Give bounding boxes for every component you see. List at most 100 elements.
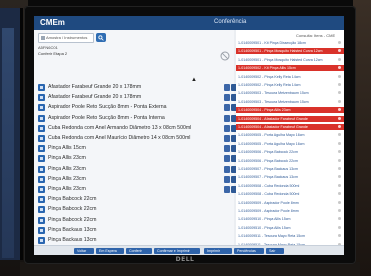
remove-icon[interactable]	[338, 66, 341, 70]
history-row[interactable]: 1-0140009508 - Cuba Redonda 500ml	[236, 191, 344, 197]
list-item[interactable]: Aspirador Poole Reto Sucção 8mm - Ponta …	[38, 104, 237, 112]
list-item[interactable]: Pinça Allis 23cm	[38, 186, 237, 194]
list-item[interactable]: Afastador Farabeuf Grande 20 x 178mm	[38, 94, 237, 102]
list-item[interactable]: Aspirador Poole Reto Sucção 8mm - Ponta …	[38, 114, 237, 123]
search-icon	[98, 35, 104, 41]
history-row[interactable]: 1-0140009507 - Pinça Backaus 13cm	[236, 166, 344, 172]
remove-icon[interactable]	[338, 57, 341, 61]
remove-icon[interactable]	[338, 234, 341, 238]
instrument-icon	[38, 135, 45, 142]
check-icon[interactable]	[224, 155, 230, 163]
action-button[interactable]: Imprimir	[204, 248, 232, 254]
list-item[interactable]: Pinça Allis 23cm	[38, 175, 237, 184]
history-row-text: 1-0140009503 - Tesoura Metzenbaum 15cm	[238, 99, 309, 104]
history-row[interactable]: 1-0140009501 - Pinça Mosquito Halsted Cu…	[236, 48, 344, 55]
history-row[interactable]: 1-0140009509 - Aspirador Poole 8mm	[236, 208, 344, 214]
instrument-icon	[38, 237, 45, 244]
history-row[interactable]: 1-0140009506 - Pinça Babcock 22cm	[236, 158, 344, 164]
remove-icon[interactable]	[338, 83, 341, 86]
action-button[interactable]: Sair	[266, 248, 284, 254]
list-item[interactable]: Pinça Allis 15cm	[38, 145, 237, 153]
remove-icon[interactable]	[338, 41, 341, 44]
remove-icon[interactable]	[338, 150, 341, 154]
checklist-panel: Amostra / Instrumentos A5FN6C01 Conferir…	[34, 30, 237, 255]
remove-icon[interactable]	[338, 200, 341, 204]
remove-icon[interactable]	[338, 217, 341, 221]
remove-icon[interactable]	[338, 209, 341, 212]
kit-select[interactable]: Amostra / Instrumentos	[38, 33, 94, 43]
history-row[interactable]: 1-0140009502 - Pinça Kelly Reta 14cm	[236, 82, 344, 88]
list-item[interactable]: Cuba Redonda com Anel Maurício Diâmetro …	[38, 135, 237, 143]
check-icon[interactable]	[224, 165, 230, 173]
history-row-text: 1-0140009505 - Porta Agulha Mayo 16cm	[238, 141, 305, 146]
history-row[interactable]: 1-0140009504 - Afastador Farabeuf Grande	[236, 124, 344, 130]
check-icon[interactable]	[224, 175, 230, 183]
check-icon[interactable]	[224, 135, 230, 142]
remove-icon[interactable]	[338, 116, 341, 120]
instrument-icon	[38, 186, 45, 193]
remove-icon[interactable]	[338, 192, 341, 196]
action-button[interactable]: Confirmar e Imprimir	[154, 248, 200, 254]
history-row[interactable]: 1-0140009502 - Kit Pinça Allis 15cm	[236, 65, 344, 72]
remove-icon[interactable]	[338, 158, 341, 162]
history-row[interactable]: 1-0140009505 - Porta Agulha Mayo 16cm	[236, 141, 344, 147]
list-item[interactable]: Cuba Redonda com Anel Armando Diâmetro 1…	[38, 124, 237, 133]
instrument-icon	[38, 84, 45, 91]
action-button[interactable]: Pendências	[234, 248, 264, 254]
history-row[interactable]: 1-0140009501 - Pinça Mosquito Halsted Cu…	[236, 57, 344, 63]
list-item[interactable]: Pinça Babcock 22cm	[38, 196, 234, 204]
list-item-label: Afastador Farabeuf Grande 20 x 178mm	[48, 94, 142, 101]
list-item[interactable]: Pinça Backaus 13cm	[38, 226, 234, 235]
history-row[interactable]: 1-0140009502 - Pinça Kelly Reta 14cm	[236, 74, 344, 80]
history-row[interactable]: 1-0140009505 - Porta Agulha Mayo 16cm	[236, 132, 344, 138]
remove-icon[interactable]	[338, 167, 341, 170]
list-item[interactable]: Pinça Allis 23cm	[38, 165, 237, 174]
remove-icon[interactable]	[338, 108, 341, 112]
remove-icon[interactable]	[338, 225, 341, 229]
remove-icon[interactable]	[338, 74, 341, 78]
history-row[interactable]: 1-0140009510 - Pinça Allis 15cm	[236, 216, 344, 222]
action-button[interactable]: Voltar	[74, 248, 94, 254]
history-row[interactable]: 1-0140009503 - Tesoura Metzenbaum 15cm	[236, 90, 344, 96]
remove-icon[interactable]	[338, 141, 341, 145]
remove-icon[interactable]	[338, 133, 341, 137]
history-row[interactable]: 1-0140009503 - Tesoura Metzenbaum 15cm	[236, 99, 344, 105]
check-icon[interactable]	[224, 104, 230, 112]
list-item[interactable]: Pinça Babcock 22cm	[38, 216, 234, 225]
action-button[interactable]: Conferir	[126, 248, 152, 254]
remove-icon[interactable]	[338, 49, 341, 53]
history-row[interactable]: 1-0140009510 - Pinça Allis 15cm	[236, 225, 344, 231]
history-row[interactable]: 1-0140009501 - Kit Pinça Dissecção 18cm	[236, 40, 344, 46]
remove-icon[interactable]	[338, 183, 341, 187]
search-button[interactable]	[96, 33, 106, 42]
history-row[interactable]: 1-0140009504 - Pinça Allis 23cm	[236, 107, 344, 114]
check-icon[interactable]	[224, 114, 230, 122]
action-button[interactable]: Em Espera	[96, 248, 124, 254]
check-icon[interactable]	[224, 145, 230, 153]
history-row[interactable]: 1-0140009504 - Afastador Farabeuf Grande	[236, 115, 344, 122]
history-row[interactable]: 1-0140009508 - Cuba Redonda 500ml	[236, 183, 344, 189]
history-row-text: 1-0140009507 - Pinça Backaus 13cm	[238, 175, 298, 180]
check-icon[interactable]	[224, 186, 230, 193]
ban-icon[interactable]	[220, 51, 230, 61]
history-row[interactable]: 1-0140009507 - Pinça Backaus 13cm	[236, 174, 344, 180]
list-item[interactable]: Pinça Backaus 13cm	[38, 237, 234, 245]
check-icon[interactable]	[224, 94, 230, 102]
remove-icon[interactable]	[338, 91, 341, 95]
history-row[interactable]: 1-0140009506 - Pinça Babcock 22cm	[236, 149, 344, 155]
history-row[interactable]: 1-0140009511 - Tesoura Mayo Reta 15cm	[236, 233, 344, 239]
instrument-icon	[38, 114, 45, 122]
check-icon[interactable]	[224, 84, 230, 91]
check-icon[interactable]	[224, 124, 230, 132]
remove-icon[interactable]	[338, 125, 341, 128]
list-item[interactable]: Pinça Babcock 22cm	[38, 206, 234, 214]
list-item-label: Pinça Allis 23cm	[48, 165, 86, 172]
history-row[interactable]: 1-0140009509 - Aspirador Poole 8mm	[236, 200, 344, 206]
remove-icon[interactable]	[338, 99, 341, 103]
list-item[interactable]: Afastador Farabeuf Grande 20 x 178mm	[38, 84, 237, 92]
action-button-label: Conferir	[129, 249, 142, 253]
list-item-label: Aspirador Poole Reto Sucção 8mm - Ponta …	[48, 114, 165, 121]
list-item[interactable]: Pinça Allis 23cm	[38, 155, 237, 163]
history-row-text: 1-0140009503 - Tesoura Metzenbaum 15cm	[238, 91, 309, 96]
remove-icon[interactable]	[338, 175, 341, 179]
